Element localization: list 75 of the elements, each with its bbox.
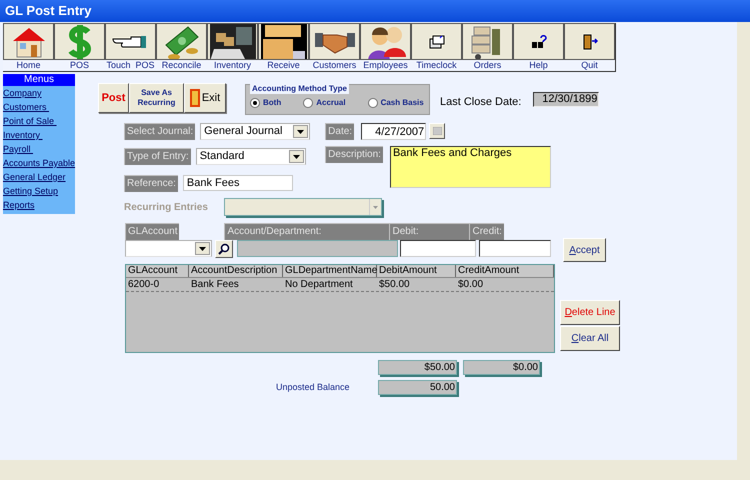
- accept-button[interactable]: Accept: [563, 238, 606, 262]
- search-icon: [218, 243, 230, 255]
- calendar-button[interactable]: [429, 123, 446, 139]
- post-button[interactable]: Post: [98, 83, 129, 113]
- column-header[interactable]: CreditAmount: [456, 265, 554, 277]
- radio-option[interactable]: Cash Basis: [368, 97, 424, 109]
- entry-type-dropdown[interactable]: Standard: [196, 148, 306, 165]
- toolbar-button[interactable]: Help: [513, 23, 564, 71]
- title-bar: GL Post Entry: [0, 0, 750, 22]
- toolbar-button[interactable]: Quit: [564, 23, 615, 71]
- toolbar-button[interactable]: Timeclock: [411, 23, 462, 71]
- menus-header: Menus: [3, 74, 75, 86]
- accounting-method-group: Accounting Method Type Both Accrual Cash Basis: [245, 84, 430, 115]
- exit-button[interactable]: Exit: [184, 83, 226, 113]
- sidebar-link[interactable]: Inventory: [3, 128, 43, 142]
- people-icon: [366, 24, 406, 59]
- toolbar-button[interactable]: Inventory: [207, 23, 258, 71]
- field-label: Type of Entry:: [124, 148, 191, 165]
- radio-option[interactable]: Both: [250, 97, 282, 109]
- field-label: Debit:: [389, 223, 470, 240]
- table-cell-text: $50.00: [378, 278, 411, 291]
- column-header[interactable]: DebitAmount: [377, 265, 456, 277]
- sidebar-link[interactable]: General Ledger: [3, 170, 66, 184]
- table-cell-text: Bank Fees: [190, 278, 240, 291]
- date-field[interactable]: 4/27/2007: [361, 123, 426, 140]
- last-close-date-field: 12/30/1899: [533, 92, 600, 107]
- toolbar-button[interactable]: POS: [54, 23, 105, 71]
- sidebar-link[interactable]: Point of Sale: [3, 114, 57, 128]
- debit-field[interactable]: [400, 240, 476, 257]
- reference-field[interactable]: Bank Fees: [182, 175, 293, 191]
- column-header[interactable]: GLAccount: [126, 265, 189, 277]
- credit-total: $0.00: [463, 360, 540, 375]
- field-label: Reference:: [124, 175, 178, 192]
- column-header[interactable]: GLDepartmentName: [283, 265, 377, 277]
- delete-line-button[interactable]: Delete Line: [560, 300, 620, 325]
- credit-field[interactable]: [479, 240, 551, 257]
- search-button[interactable]: [215, 240, 233, 258]
- toolbar-button[interactable]: Home: [3, 23, 54, 71]
- table-cell-text: 6200-0: [127, 278, 160, 291]
- exit-door-icon: [582, 34, 598, 50]
- table-cell-text: $0.00: [457, 278, 484, 291]
- sidebar-link[interactable]: Reports: [3, 198, 35, 212]
- column-header[interactable]: AccountDescription: [189, 265, 283, 277]
- toolbar-button[interactable]: Receive: [258, 23, 309, 71]
- toolbar-button[interactable]: Reconcile: [156, 23, 207, 71]
- sidebar-link[interactable]: Getting Setup: [3, 184, 58, 198]
- debit-total: $50.00: [378, 360, 457, 375]
- save-recurring-button[interactable]: Save As Recurring: [129, 83, 184, 113]
- field-label: GLAccount: [125, 223, 180, 240]
- clear-all-button[interactable]: Clear All: [560, 326, 620, 351]
- toolbar-button[interactable]: Customers: [309, 23, 360, 71]
- unposted-balance-field: 50.00: [378, 380, 457, 395]
- description-field[interactable]: Bank Fees and Charges: [390, 146, 551, 188]
- field-label: Select Journal:: [124, 123, 196, 140]
- journal-dropdown[interactable]: General Journal: [200, 123, 310, 140]
- toolbar-button[interactable]: Orders: [462, 23, 513, 71]
- unposted-balance-label: Unposted Balance: [276, 380, 351, 394]
- toolbar-button[interactable]: Employees: [360, 23, 411, 71]
- door-icon: [190, 89, 200, 107]
- sidebar-link[interactable]: Customers: [3, 100, 50, 114]
- recurring-entries-label: Recurring Entries: [124, 200, 209, 214]
- calendar-icon: [432, 127, 442, 135]
- radio-option[interactable]: Accrual: [303, 97, 346, 109]
- field-label: Description:: [325, 146, 383, 163]
- last-close-date-label: Last Close Date:: [440, 95, 522, 110]
- sidebar-link[interactable]: Payroll: [3, 142, 34, 156]
- sidebar-link[interactable]: Company: [3, 86, 42, 100]
- toolbar-button[interactable]: Touch POS: [105, 23, 156, 71]
- clock-card-icon: [428, 34, 444, 48]
- table-cell-text: No Department: [284, 278, 354, 291]
- binoculars-help-icon: [530, 34, 546, 48]
- field-label: Date:: [325, 123, 354, 140]
- field-label: Credit:: [469, 223, 504, 240]
- sidebar-link[interactable]: Accounts Payable: [3, 156, 76, 170]
- field-label: Account/Department:: [224, 223, 390, 240]
